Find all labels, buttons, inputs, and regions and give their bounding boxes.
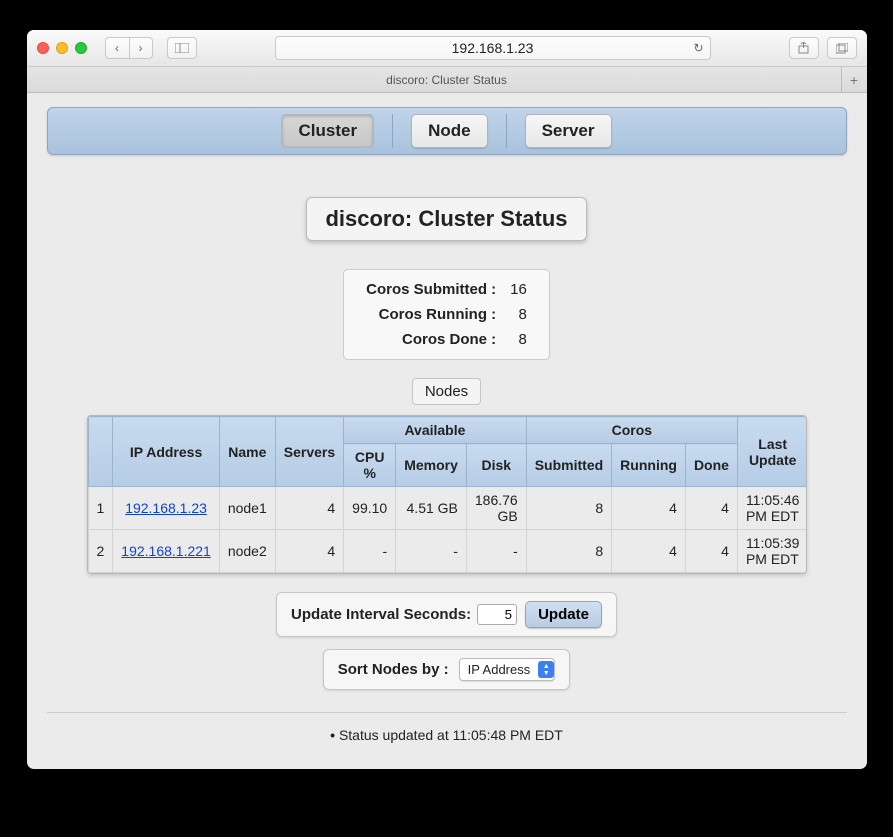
coros-done-value: 8 — [504, 328, 533, 351]
page-title: discoro: Cluster Status — [306, 197, 586, 241]
nodes-table: IP Address Name Servers Available Coros … — [87, 415, 807, 574]
cell-index: 1 — [88, 487, 113, 530]
cell-name: node2 — [219, 530, 275, 573]
cell-servers: 4 — [275, 487, 343, 530]
cell-name: node1 — [219, 487, 275, 530]
col-coros-group: Coros — [526, 417, 737, 444]
col-servers[interactable]: Servers — [275, 417, 343, 487]
col-disk[interactable]: Disk — [466, 444, 526, 487]
ip-link[interactable]: 192.168.1.221 — [121, 543, 211, 559]
share-button[interactable] — [789, 37, 819, 59]
window-titlebar: ‹ › 192.168.1.23 ↻ — [27, 30, 867, 67]
update-interval-control: Update Interval Seconds: Update — [276, 592, 617, 637]
separator — [47, 712, 847, 713]
col-ip[interactable]: IP Address — [113, 417, 220, 487]
cell-running: 4 — [612, 530, 686, 573]
cell-cpu: 99.10 — [344, 487, 396, 530]
coros-done-label: Coros Done : — [360, 328, 502, 351]
cell-done: 4 — [685, 487, 737, 530]
col-index — [88, 417, 113, 487]
col-cpu[interactable]: CPU % — [344, 444, 396, 487]
close-icon[interactable] — [37, 42, 49, 54]
nav-separator — [506, 114, 507, 148]
col-available-group: Available — [344, 417, 527, 444]
cell-submitted: 8 — [526, 530, 611, 573]
table-row: 1 192.168.1.23 node1 4 99.10 4.51 GB 186… — [88, 487, 807, 530]
col-running[interactable]: Running — [612, 444, 686, 487]
tab-strip: discoro: Cluster Status + — [27, 67, 867, 93]
cell-done: 4 — [685, 530, 737, 573]
cell-lastupdate: 11:05:46 PM EDT — [737, 487, 806, 530]
app-navbar: Cluster Node Server — [47, 107, 847, 155]
new-tab-button[interactable]: + — [841, 67, 867, 93]
cell-disk: 186.76 GB — [466, 487, 526, 530]
cell-servers: 4 — [275, 530, 343, 573]
forward-button[interactable]: › — [129, 37, 153, 59]
cell-memory: - — [396, 530, 467, 573]
update-interval-label: Update Interval Seconds: — [291, 606, 471, 623]
cell-memory: 4.51 GB — [396, 487, 467, 530]
ip-link[interactable]: 192.168.1.23 — [125, 500, 207, 516]
reload-icon[interactable]: ↻ — [693, 41, 703, 55]
sidebar-toggle-button[interactable] — [167, 37, 197, 59]
col-name[interactable]: Name — [219, 417, 275, 487]
update-interval-input[interactable] — [477, 604, 517, 625]
nav-separator — [392, 114, 393, 148]
coros-running-value: 8 — [504, 303, 533, 326]
nav-history-buttons: ‹ › — [105, 37, 153, 59]
zoom-icon[interactable] — [75, 42, 87, 54]
status-log: Status updated at 11:05:48 PM EDT — [47, 727, 847, 743]
address-bar[interactable]: 192.168.1.23 ↻ — [275, 36, 711, 60]
status-log-entry: Status updated at 11:05:48 PM EDT — [47, 727, 847, 743]
nav-tab-server[interactable]: Server — [525, 114, 612, 148]
coros-summary-card: Coros Submitted : 16 Coros Running : 8 C… — [343, 269, 550, 360]
cell-disk: - — [466, 530, 526, 573]
cell-lastupdate: 11:05:39 PM EDT — [737, 530, 806, 573]
sort-label: Sort Nodes by : — [338, 661, 449, 678]
cell-running: 4 — [612, 487, 686, 530]
coros-running-label: Coros Running : — [360, 303, 502, 326]
coros-submitted-label: Coros Submitted : — [360, 278, 502, 301]
sort-control: Sort Nodes by : IP Address ▲▼ — [323, 649, 571, 690]
sort-selected-value: IP Address — [468, 662, 531, 677]
nav-tab-cluster[interactable]: Cluster — [281, 114, 374, 148]
col-submitted[interactable]: Submitted — [526, 444, 611, 487]
traffic-lights — [37, 42, 87, 54]
nodes-header-button[interactable]: Nodes — [412, 378, 481, 405]
cell-submitted: 8 — [526, 487, 611, 530]
back-button[interactable]: ‹ — [105, 37, 129, 59]
col-memory[interactable]: Memory — [396, 444, 467, 487]
cell-cpu: - — [344, 530, 396, 573]
sort-select[interactable]: IP Address ▲▼ — [459, 658, 556, 681]
cell-index: 2 — [88, 530, 113, 573]
minimize-icon[interactable] — [56, 42, 68, 54]
update-button[interactable]: Update — [525, 601, 602, 628]
tabs-button[interactable] — [827, 37, 857, 59]
tab-title[interactable]: discoro: Cluster Status — [386, 73, 507, 87]
url-text: 192.168.1.23 — [452, 40, 534, 56]
select-arrows-icon: ▲▼ — [538, 661, 554, 678]
coros-submitted-value: 16 — [504, 278, 533, 301]
table-row: 2 192.168.1.221 node2 4 - - - 8 4 4 11:0… — [88, 530, 807, 573]
col-lastupdate[interactable]: Last Update — [737, 417, 806, 487]
nav-tab-node[interactable]: Node — [411, 114, 488, 148]
col-done[interactable]: Done — [685, 444, 737, 487]
